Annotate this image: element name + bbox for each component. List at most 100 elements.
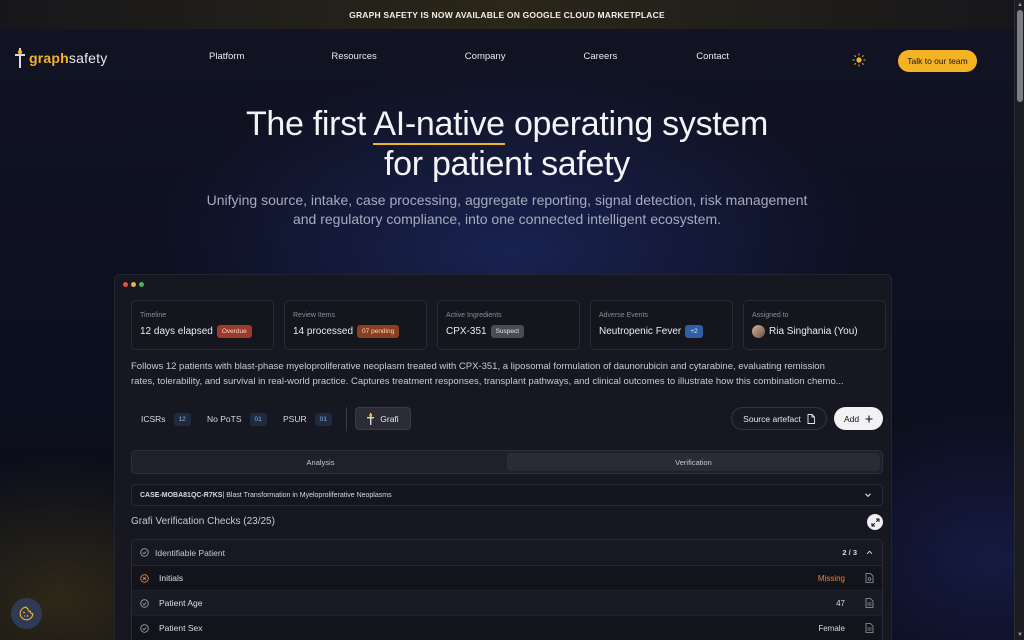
check-circle-icon xyxy=(140,623,149,633)
checks-title: Grafi Verification Checks (23/25) xyxy=(131,516,275,527)
top-nav: graphsafety Platform Resources Company C… xyxy=(0,44,1014,76)
card-active-ingredients[interactable]: Active Ingredients CPX-351 Suspect xyxy=(437,300,580,350)
chevron-down-icon xyxy=(865,493,871,498)
card-timeline[interactable]: Timeline 12 days elapsed Overdue xyxy=(131,300,274,350)
check-label: Patient Age xyxy=(159,598,203,608)
count-badge: +2 xyxy=(685,325,703,338)
case-title: | Blast Transformation in Myeloprolifera… xyxy=(222,491,392,499)
status-badge: Overdue xyxy=(216,325,252,338)
card-label: Timeline xyxy=(140,312,167,319)
card-label: Assigned to xyxy=(752,312,789,319)
scroll-down-icon[interactable]: ▼ xyxy=(1016,630,1024,640)
grafi-button[interactable]: Grafi xyxy=(355,407,411,430)
product-preview-window: Timeline 12 days elapsed Overdue Review … xyxy=(114,274,892,640)
logo-mark-icon xyxy=(15,48,25,68)
filter-psur[interactable]: PSUR 01 xyxy=(283,407,332,431)
document-icon[interactable] xyxy=(865,623,874,633)
filter-toolbar: ICSRs 12 No PoTS 01 PSUR 01 Grafi Source… xyxy=(131,407,883,431)
source-artefact-button[interactable]: Source artefact xyxy=(731,407,827,430)
nav-links: Platform Resources Company Careers Conta… xyxy=(209,51,729,62)
grafi-label: Grafi xyxy=(380,413,399,424)
filter-label: ICSRs xyxy=(141,414,166,424)
tab-verification[interactable]: Verification xyxy=(507,453,880,471)
avatar xyxy=(752,325,765,338)
check-group-identifiable-patient: Identifiable Patient 2 / 3 Initials Miss… xyxy=(131,539,883,640)
filter-label: PSUR xyxy=(283,414,307,424)
add-label: Add xyxy=(843,413,860,424)
group-header[interactable]: Identifiable Patient 2 / 3 xyxy=(132,540,882,566)
nav-careers[interactable]: Careers xyxy=(583,51,617,62)
check-label: Patient Sex xyxy=(159,623,203,633)
summary-cards: Timeline 12 days elapsed Overdue Review … xyxy=(131,300,886,350)
hero-title: The first AI-native operating system for… xyxy=(0,104,1014,184)
cookie-settings-button[interactable] xyxy=(11,598,42,629)
scrollbar[interactable]: ▲ ▼ xyxy=(1014,0,1024,640)
card-value: CPX-351 xyxy=(446,326,487,337)
hero-subtitle-line2: and regulatory compliance, into one conn… xyxy=(292,211,722,227)
view-toggle: Analysis Verification xyxy=(131,450,883,474)
card-review-items[interactable]: Review Items 14 processed 07 pending xyxy=(284,300,427,350)
description-line: Follows 12 patients with blast-phase mye… xyxy=(131,361,825,372)
card-label: Adverse Events xyxy=(599,312,649,319)
count-badge: 01 xyxy=(314,412,332,426)
announcement-banner[interactable]: GRAPH SAFETY IS NOW AVAILABLE ON GOOGLE … xyxy=(0,0,1014,29)
expand-button[interactable] xyxy=(867,514,883,530)
brand-logo[interactable]: graphsafety xyxy=(15,48,107,68)
hero-subtitle: Unifying source, intake, case processing… xyxy=(200,191,814,229)
nav-resources[interactable]: Resources xyxy=(331,51,376,62)
group-progress: 2 / 3 xyxy=(842,548,857,557)
brand-safety: safety xyxy=(68,50,108,66)
nav-company[interactable]: Company xyxy=(465,51,506,62)
brand-graph: graph xyxy=(29,50,69,66)
status-badge: Suspect xyxy=(490,325,525,338)
window-dot-maximize xyxy=(139,282,144,287)
card-assigned-to[interactable]: Assigned to Ria Singhania (You) xyxy=(743,300,886,350)
banner-text: GRAPH SAFETY IS NOW AVAILABLE ON GOOGLE … xyxy=(349,9,665,20)
divider xyxy=(346,407,347,431)
group-title: Identifiable Patient xyxy=(155,547,225,558)
check-label: Initials xyxy=(159,573,184,583)
filter-label: No PoTS xyxy=(207,414,242,424)
check-circle-icon xyxy=(140,548,149,557)
scroll-thumb[interactable] xyxy=(1017,10,1023,102)
document-icon xyxy=(807,413,815,424)
nav-contact[interactable]: Contact xyxy=(696,51,729,62)
add-button[interactable]: Add xyxy=(834,407,883,430)
chevron-up-icon[interactable] xyxy=(865,548,874,557)
window-dot-minimize xyxy=(131,282,136,287)
card-value: 12 days elapsed xyxy=(140,326,213,337)
window-dot-close xyxy=(123,282,128,287)
count-badge: 01 xyxy=(249,412,267,426)
hero-title-highlight: AI-native xyxy=(373,105,505,145)
talk-to-team-button[interactable]: Talk to our team xyxy=(898,50,977,72)
card-value: 14 processed xyxy=(293,326,354,337)
status-badge: 07 pending xyxy=(357,325,400,338)
document-icon[interactable] xyxy=(865,598,874,608)
hero-title-post: operating system xyxy=(504,105,769,143)
expand-icon xyxy=(871,518,879,526)
nav-platform[interactable]: Platform xyxy=(209,51,244,62)
case-selector[interactable]: CASE-MOBA81QC-R7KS | Blast Transformatio… xyxy=(131,484,883,506)
cookie-icon xyxy=(19,606,34,621)
check-row[interactable]: Initials Missing xyxy=(132,566,882,591)
card-adverse-events[interactable]: Adverse Events Neutropenic Fever +2 xyxy=(590,300,733,350)
check-value: Female xyxy=(818,623,845,633)
check-value: Missing xyxy=(817,573,845,583)
document-search-icon[interactable] xyxy=(865,573,874,583)
window-controls xyxy=(123,282,144,287)
hero-title-line2: for patient safety xyxy=(384,145,630,183)
tab-analysis[interactable]: Analysis xyxy=(134,453,507,471)
card-value: Ria Singhania (You) xyxy=(769,326,858,337)
hero-subtitle-line1: Unifying source, intake, case processing… xyxy=(206,192,808,208)
filter-icsrs[interactable]: ICSRs 12 xyxy=(141,407,191,431)
error-circle-icon xyxy=(140,573,149,583)
card-value: Neutropenic Fever xyxy=(599,326,682,337)
hero-title-pre: The first xyxy=(245,105,374,143)
sun-icon[interactable] xyxy=(852,53,866,67)
case-id: CASE-MOBA81QC-R7KS xyxy=(140,491,223,499)
filter-no-pots[interactable]: No PoTS 01 xyxy=(207,407,267,431)
scroll-up-icon[interactable]: ▲ xyxy=(1016,0,1024,10)
check-row[interactable]: Patient Sex Female xyxy=(132,616,882,640)
source-label: Source artefact xyxy=(743,413,801,424)
check-row[interactable]: Patient Age 47 xyxy=(132,591,882,616)
